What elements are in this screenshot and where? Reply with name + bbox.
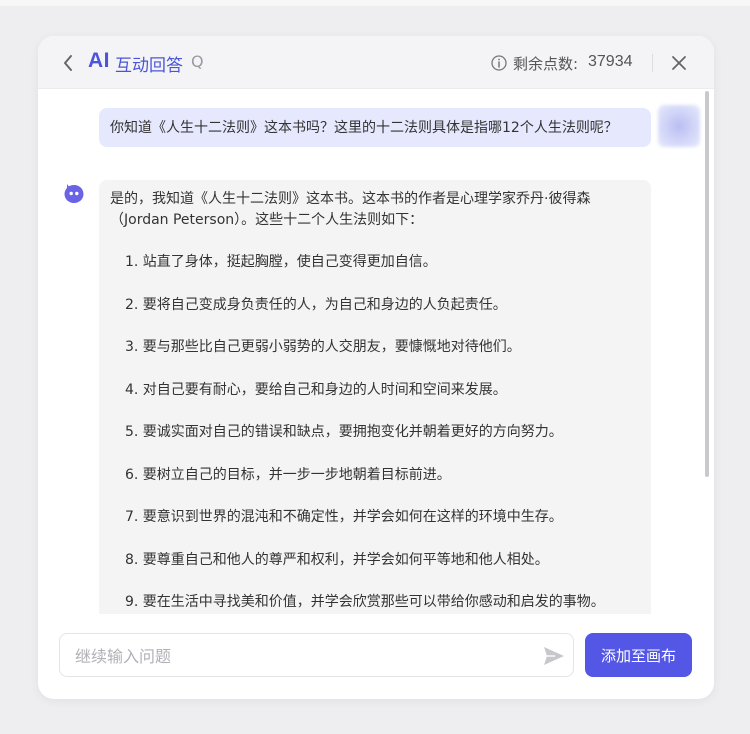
page-title: 互动回答 [115, 56, 183, 76]
rule-item: 6. 要树立自己的目标，并一步一步地朝着目标前进。 [125, 466, 451, 483]
bot-intro-text: 是的，我知道《人生十二法则》这本书。这本书的作者是心理学家乔丹·彼得森（Jord… [110, 191, 591, 228]
points-label: 剩余点数: [513, 55, 579, 73]
rule-item: 2. 要将自己变成身负责任的人，为自己和身边的人负起责任。 [125, 296, 507, 313]
back-button[interactable] [58, 52, 78, 74]
rule-item: 1. 站直了身体，挺起胸膛，使自己变得更加自信。 [125, 254, 437, 270]
chevron-left-icon [64, 55, 72, 71]
rule-item: 8. 要尊重自己和他人的尊严和权利，并学会如何平等地和他人相处。 [125, 551, 549, 568]
title-ai-label: AI [88, 49, 110, 72]
top-strip [0, 0, 750, 6]
chat-area[interactable]: 你知道《人生十二法则》这本书吗？这里的十二法则具体是指哪12个人生法则呢？ 是的… [38, 89, 714, 614]
user-message: 你知道《人生十二法则》这本书吗？这里的十二法则具体是指哪12个人生法则呢？ [99, 108, 651, 147]
title-suffix: Q [191, 52, 204, 71]
rule-item: 9. 要在生活中寻找美和价值，并学会欣赏那些可以带给你感动和启发的事物。 [125, 594, 605, 610]
header-divider [652, 54, 653, 72]
rule-item: 7. 要意识到世界的混沌和不确定性，并学会如何在这样的环境中生存。 [125, 509, 563, 525]
rule-item: 4. 对自己要有耐心，要给自己和身边的人时间和空间来发展。 [125, 381, 507, 398]
close-icon[interactable] [670, 54, 688, 72]
add-to-canvas-button[interactable]: 添加至画布 [585, 633, 692, 677]
ai-answer-panel: AI 互动回答 Q 剩余点数: 37934 你知道《人生十二法则》这本书吗？这里… [38, 36, 714, 699]
user-avatar [658, 105, 700, 147]
rule-item: 3. 要与那些比自己更弱小弱势的人交朋友，要慷慨地对待他们。 [125, 339, 521, 355]
bot-icon [64, 184, 84, 203]
chat-scrollbar[interactable] [705, 91, 709, 477]
question-input-box[interactable] [59, 633, 574, 677]
bot-message: 是的，我知道《人生十二法则》这本书。这本书的作者是心理学家乔丹·彼得森（Jord… [99, 180, 651, 614]
info-icon [491, 55, 507, 71]
send-icon[interactable] [542, 644, 566, 668]
question-input[interactable] [75, 645, 525, 667]
points-value: 37934 [588, 53, 633, 70]
rule-item: 5. 要诚实面对自己的错误和缺点，要拥抱变化并朝着更好的方向努力。 [125, 424, 563, 440]
panel-header: AI 互动回答 Q 剩余点数: 37934 [38, 36, 714, 89]
